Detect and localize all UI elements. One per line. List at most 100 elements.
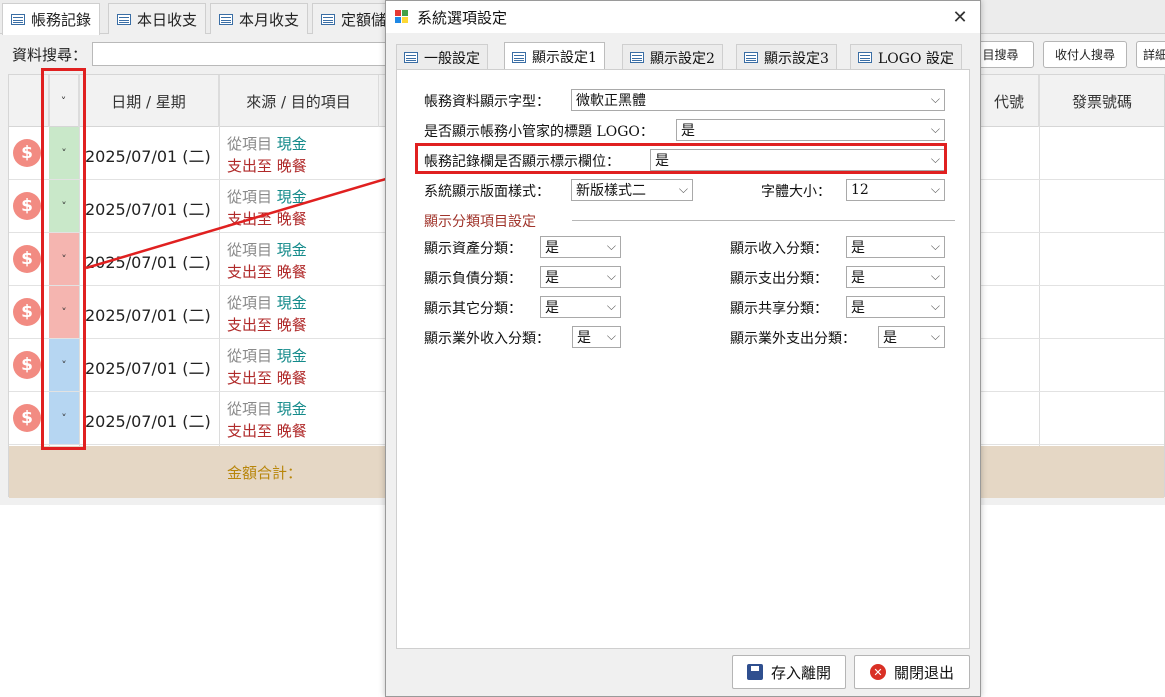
save-icon bbox=[746, 664, 763, 680]
expense-coin-icon: $ bbox=[13, 192, 41, 220]
extra-income-label: 顯示業外收入分類： bbox=[424, 331, 550, 347]
tab-label: 一般設定 bbox=[424, 50, 480, 67]
from-prefix: 從項目 bbox=[227, 135, 273, 153]
shared-select[interactable]: 是 ⌵ bbox=[846, 296, 945, 318]
tab-label: 顯示設定3 bbox=[764, 50, 829, 67]
chevron-down-icon: ⌵ bbox=[678, 182, 688, 196]
extra-expense-label: 顯示業外支出分類： bbox=[730, 331, 856, 347]
flag-cell[interactable]: ˅ bbox=[49, 233, 79, 285]
expense-coin-icon: $ bbox=[13, 351, 41, 379]
row-date: 2025/07/01 (二) bbox=[85, 147, 211, 166]
from-prefix: 從項目 bbox=[227, 241, 273, 259]
income-label: 顯示收入分類： bbox=[730, 241, 828, 257]
chevron-down-icon: ⌵ bbox=[930, 92, 940, 106]
tab-label: 顯示設定2 bbox=[650, 50, 715, 67]
other-label: 顯示其它分類： bbox=[424, 301, 522, 317]
table-icon bbox=[858, 52, 872, 63]
liability-select[interactable]: 是 ⌵ bbox=[540, 266, 621, 288]
row-to: 支出至 晚餐 bbox=[227, 261, 307, 282]
font-size-select[interactable]: 12 ⌵ bbox=[846, 179, 945, 201]
from-item: 現金 bbox=[276, 294, 307, 312]
font-size-value: 12 bbox=[851, 182, 869, 198]
tab-daily[interactable]: 本日收支 bbox=[108, 3, 207, 34]
row-to: 支出至 晚餐 bbox=[227, 314, 307, 335]
table-icon bbox=[512, 51, 526, 63]
liability-label: 顯示負債分類： bbox=[424, 271, 522, 287]
dialog-tab-bar: 一般設定 顯示設定1 顯示設定2 顯示設定3 LOGO 設定 bbox=[396, 42, 970, 71]
header-flag-col[interactable]: ˅ bbox=[49, 75, 79, 127]
to-item: 晚餐 bbox=[276, 263, 307, 281]
total-label: 金額合計： bbox=[227, 464, 303, 482]
chevron-down-icon: ⌵ bbox=[606, 239, 616, 253]
tab-monthly[interactable]: 本月收支 bbox=[210, 3, 309, 34]
header-icon-col bbox=[9, 75, 49, 127]
extra-expense-select[interactable]: 是 ⌵ bbox=[878, 326, 945, 348]
row-to: 支出至 晚餐 bbox=[227, 208, 307, 229]
asset-select[interactable]: 是 ⌵ bbox=[540, 236, 621, 258]
tab-label: 本月收支 bbox=[239, 10, 300, 29]
font-size-label: 字體大小： bbox=[761, 184, 831, 200]
to-item: 晚餐 bbox=[276, 316, 307, 334]
tab-general[interactable]: 一般設定 bbox=[396, 44, 488, 70]
flag-cell[interactable]: ˅ bbox=[49, 286, 79, 338]
tab-label: LOGO 設定 bbox=[878, 50, 954, 67]
row-date: 2025/07/01 (二) bbox=[85, 306, 211, 325]
search-input[interactable] bbox=[92, 42, 392, 66]
asset-label: 顯示資產分類： bbox=[424, 241, 522, 257]
flag-cell[interactable]: ˅ bbox=[49, 392, 79, 444]
flag-column-select[interactable]: 是 ⌵ bbox=[650, 149, 945, 171]
logo-select[interactable]: 是 ⌵ bbox=[676, 119, 945, 141]
header-invoice[interactable]: 發票號碼 bbox=[1039, 75, 1165, 127]
layout-select[interactable]: 新版樣式二 ⌵ bbox=[571, 179, 693, 201]
table-icon bbox=[404, 52, 418, 63]
from-prefix: 從項目 bbox=[227, 347, 273, 365]
shared-label: 顯示共享分類： bbox=[730, 301, 828, 317]
table-icon bbox=[321, 13, 335, 25]
detail-button[interactable]: 詳細 bbox=[1136, 41, 1165, 68]
flag-cell[interactable]: ˅ bbox=[49, 339, 79, 391]
tab-label: 顯示設定1 bbox=[532, 50, 597, 66]
close-exit-button[interactable]: ✕ 關閉退出 bbox=[854, 655, 970, 689]
extra-expense-value: 是 bbox=[883, 330, 897, 346]
section-divider bbox=[572, 220, 955, 221]
save-exit-button[interactable]: 存入離開 bbox=[732, 655, 846, 689]
payee-search-button[interactable]: 收付人搜尋 bbox=[1043, 41, 1127, 68]
income-select[interactable]: 是 ⌵ bbox=[846, 236, 945, 258]
header-source[interactable]: 來源 / 目的項目 bbox=[219, 75, 379, 127]
header-code[interactable]: 代號 bbox=[979, 75, 1039, 127]
layout-value: 新版樣式二 bbox=[576, 183, 646, 199]
row-from: 從項目 現金 bbox=[227, 239, 307, 260]
tab-fixed-saving[interactable]: 定額儲 bbox=[312, 3, 396, 34]
chevron-down-icon: ⌵ bbox=[606, 299, 616, 313]
tab-display-3[interactable]: 顯示設定3 bbox=[736, 44, 837, 70]
other-select[interactable]: 是 ⌵ bbox=[540, 296, 621, 318]
from-prefix: 從項目 bbox=[227, 294, 273, 312]
row-from: 從項目 現金 bbox=[227, 133, 307, 154]
tab-display-2[interactable]: 顯示設定2 bbox=[622, 44, 723, 70]
close-exit-label: 關閉退出 bbox=[893, 663, 954, 682]
dialog-titlebar: 系統選項設定 ✕ bbox=[386, 1, 980, 33]
row-from: 從項目 現金 bbox=[227, 186, 307, 207]
flag-cell[interactable]: ˅ bbox=[49, 180, 79, 232]
to-item: 晚餐 bbox=[276, 369, 307, 387]
from-item: 現金 bbox=[276, 135, 307, 153]
table-icon bbox=[630, 52, 644, 63]
font-select[interactable]: 微軟正黑體 ⌵ bbox=[571, 89, 945, 111]
to-prefix: 支出至 bbox=[227, 263, 273, 281]
from-item: 現金 bbox=[276, 347, 307, 365]
to-prefix: 支出至 bbox=[227, 210, 273, 228]
settings-dialog: 系統選項設定 ✕ 一般設定 顯示設定1 顯示設定2 顯示設定3 LOGO 設定 … bbox=[385, 0, 981, 697]
chevron-down-icon: ⌵ bbox=[930, 122, 940, 136]
expense-select[interactable]: 是 ⌵ bbox=[846, 266, 945, 288]
close-icon[interactable]: ✕ bbox=[946, 3, 974, 31]
tab-logo[interactable]: LOGO 設定 bbox=[850, 44, 962, 70]
flag-cell[interactable]: ˅ bbox=[49, 127, 79, 179]
extra-income-value: 是 bbox=[577, 330, 591, 346]
chevron-down-icon: ⌵ bbox=[606, 329, 616, 343]
header-date[interactable]: 日期 / 星期 bbox=[79, 75, 219, 127]
extra-income-select[interactable]: 是 ⌵ bbox=[572, 326, 621, 348]
tab-display-1[interactable]: 顯示設定1 bbox=[504, 42, 605, 71]
tab-records[interactable]: 帳務記錄 bbox=[2, 3, 101, 35]
expense-label: 顯示支出分類： bbox=[730, 271, 828, 287]
income-value: 是 bbox=[851, 240, 865, 256]
